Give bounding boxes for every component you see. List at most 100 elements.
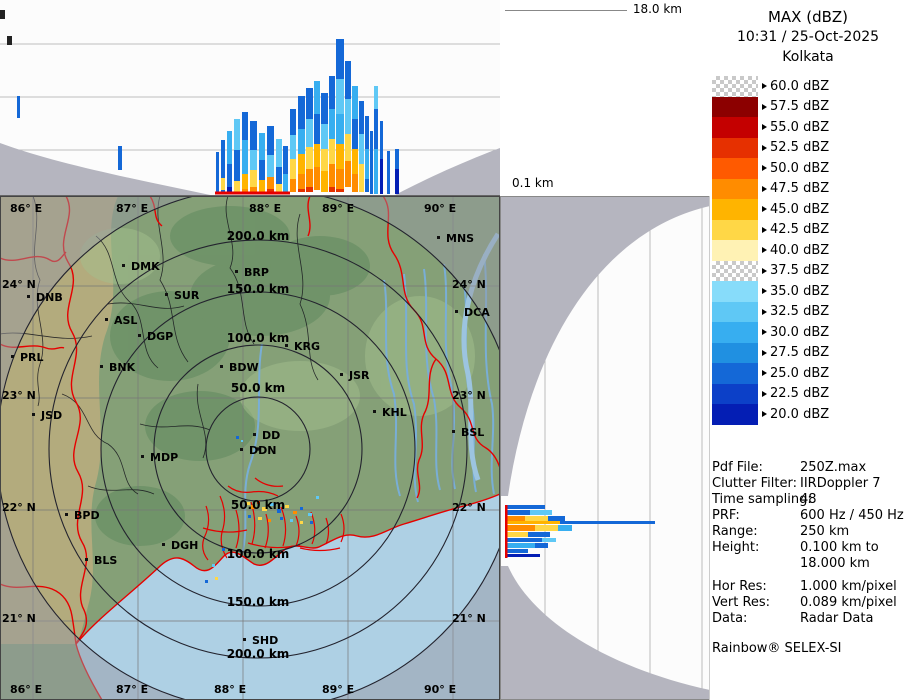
legend-color-chip <box>712 199 758 220</box>
map-echo-pixel <box>310 521 313 524</box>
echo-bar-segment <box>345 134 351 161</box>
legend-arrow-icon <box>762 247 767 254</box>
legend-entry-label: 27.5 dBZ <box>770 345 830 361</box>
legend-entry-label: 20.0 dBZ <box>770 406 830 422</box>
echo-bar-segment <box>352 149 358 174</box>
longitude-label: 86° E <box>10 683 42 696</box>
info-row: Data: Radar Data <box>710 611 906 627</box>
legend-arrow-icon <box>762 206 767 213</box>
echo-bar-segment <box>336 169 344 189</box>
product-info-panel: Pdf File: 250Z.max Clutter Filter: IIRDoppl… <box>710 448 906 700</box>
info-row: 18.000 km <box>710 556 906 572</box>
range-ring-label: 200.0 km <box>227 647 290 661</box>
legend-arrow-icon <box>762 165 767 172</box>
echo-bar-segment <box>221 140 225 178</box>
legend-entry: 37.5 dBZ <box>710 260 906 281</box>
info-row: Range: 250 km <box>710 524 906 540</box>
echo-bar-segment <box>118 146 122 170</box>
echo-bar-segment <box>314 114 320 144</box>
echo-bar-segment <box>283 146 288 174</box>
city-dot <box>455 310 458 313</box>
ground-echo-mark <box>505 505 508 558</box>
echo-bar-segment <box>370 131 373 194</box>
echo-bar-segment <box>250 150 257 170</box>
info-label: Data: <box>712 611 748 626</box>
software-brand: Rainbow® SELEX-SI <box>712 641 842 656</box>
legend-title: MAX (dBZ) <box>767 8 849 26</box>
legend-entry: 47.5 dBZ <box>710 178 906 199</box>
echo-bar-segment <box>365 149 369 179</box>
city-label: JSR <box>348 369 370 382</box>
legend-entry: 22.5 dBZ <box>710 383 906 404</box>
echo-bar-segment <box>283 174 288 192</box>
map-echo-pixel <box>222 548 225 551</box>
echo-bar-segment <box>507 532 528 537</box>
echo-bar-segment <box>314 81 320 114</box>
map-echo-pixel <box>316 496 319 499</box>
legend-entry: 20.0 dBZ <box>710 404 906 425</box>
map-echo-pixel <box>285 505 289 508</box>
echo-bar-segment <box>227 187 232 192</box>
range-ring-label: 50.0 km <box>231 498 285 512</box>
legend-arrow-icon <box>762 124 767 131</box>
map-echo-pixel <box>290 519 293 522</box>
map-echo-pixel <box>280 517 283 520</box>
echo-bar-segment <box>507 549 528 553</box>
city-dot <box>85 558 88 561</box>
echo-bar-segment <box>359 164 364 192</box>
height-axis-max-label: 18.0 km <box>632 2 682 16</box>
echo-bar-segment <box>259 160 265 180</box>
city-dot <box>437 236 440 239</box>
echo-bar-segment <box>290 179 296 192</box>
echo-bar-segment <box>507 543 535 548</box>
echo-bar-segment <box>507 510 530 515</box>
legend-entry: 30.0 dBZ <box>710 322 906 343</box>
legend-color-chip <box>712 301 758 322</box>
legend-entry-label: 42.5 dBZ <box>770 222 830 238</box>
legend-entry-label: 35.0 dBZ <box>770 283 830 299</box>
map-echo-pixel <box>248 515 251 518</box>
echo-bar-segment <box>374 109 378 149</box>
city-label: MDP <box>150 451 178 464</box>
info-value: 250Z.max <box>800 460 867 475</box>
legend-color-chip <box>712 404 758 425</box>
latitude-label: 23° N <box>452 389 486 402</box>
radar-map-panel: MNS DMK BRP SUR DNB ASL DGP DCA KRG PRL BNK BDW JSR J… <box>0 187 520 700</box>
map-echo-pixel <box>268 519 271 522</box>
echo-bar-segment <box>242 112 248 140</box>
range-ring-label: 50.0 km <box>231 381 285 395</box>
echo-bar-segment <box>276 184 282 192</box>
city-label: BDW <box>229 361 259 374</box>
echo-bar-segment <box>507 538 542 542</box>
legend-entry: 50.0 dBZ <box>710 158 906 179</box>
latitude-label: 22° N <box>2 501 36 514</box>
map-echo-pixel <box>300 507 303 510</box>
city-label: SUR <box>174 289 200 302</box>
longitude-label: 88° E <box>214 683 246 696</box>
echo-bar-segment <box>336 114 344 144</box>
city-dot <box>138 334 141 337</box>
city-label: DMK <box>131 260 160 273</box>
city-dot <box>165 293 168 296</box>
legend-color-chip <box>712 363 758 384</box>
map-echo-pixel <box>308 513 312 516</box>
legend-entry: 55.0 dBZ <box>710 117 906 138</box>
info-label: PRF: <box>712 508 740 523</box>
echo-bar-segment <box>298 129 305 154</box>
legend-entry: 45.0 dBZ <box>710 199 906 220</box>
latitude-label: 24° N <box>2 278 36 291</box>
echo-bar-segment <box>250 170 257 187</box>
echo-bar-segment <box>298 154 305 174</box>
city-dot <box>65 513 68 516</box>
longitude-label: 90° E <box>424 202 456 215</box>
legend-entry-label: 22.5 dBZ <box>770 386 830 402</box>
legend-arrow-icon <box>762 103 767 110</box>
echo-bar-segment <box>507 525 535 531</box>
city-label: BSL <box>461 426 484 439</box>
map-echo-pixel <box>205 580 208 583</box>
echo-bar-segment <box>314 144 320 167</box>
echo-bar-segment <box>365 116 369 149</box>
info-row: Clutter Filter: IIRDoppler 7 <box>710 476 906 492</box>
city-label: DD <box>262 429 280 442</box>
echo-bar-segment <box>321 171 328 192</box>
